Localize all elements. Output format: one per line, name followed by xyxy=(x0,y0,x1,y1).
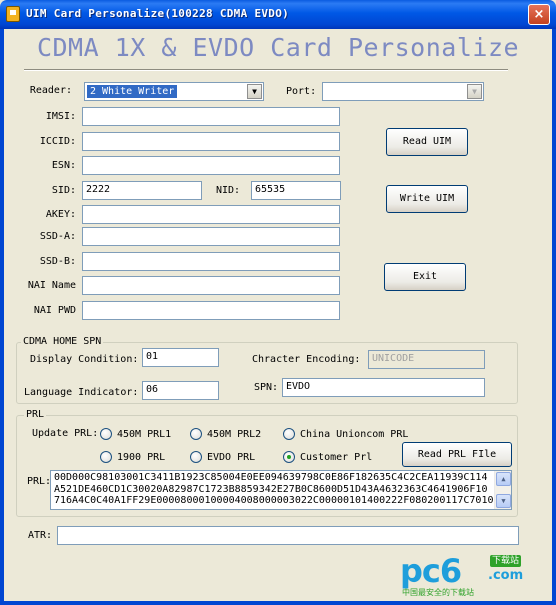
radio-1900-prl-label[interactable]: 1900 PRL xyxy=(117,452,165,463)
update-prl-label: Update PRL: xyxy=(32,428,99,439)
spn-label: SPN: xyxy=(254,382,279,393)
nid-input[interactable]: 65535 xyxy=(251,181,341,200)
imsi-label: IMSI: xyxy=(45,111,76,122)
sid-input[interactable]: 2222 xyxy=(82,181,202,200)
character-encoding-input: UNICODE xyxy=(368,350,485,369)
nid-label: NID: xyxy=(216,185,241,196)
chevron-down-icon[interactable]: ▼ xyxy=(467,84,482,99)
read-prl-file-button[interactable]: Read PRL FIle xyxy=(402,442,512,467)
heading-divider xyxy=(24,69,508,71)
write-uim-button[interactable]: Write UIM xyxy=(386,185,468,213)
radio-450m-prl1[interactable] xyxy=(100,428,112,440)
watermark-brand: pc6 xyxy=(400,552,462,590)
watermark-domain: .com xyxy=(488,568,524,583)
sid-label: SID: xyxy=(51,185,76,196)
watermark-badge: 下载站 xyxy=(490,555,522,567)
iccid-input[interactable] xyxy=(82,132,340,151)
nai-pwd-input[interactable] xyxy=(82,301,340,320)
nai-name-label: NAI Name xyxy=(27,280,76,291)
cdma-home-spn-title: CDMA HOME SPN xyxy=(21,336,104,347)
prl-line: A521DE460CD1C30020A82987C1723B8859342E27… xyxy=(54,483,488,495)
app-heading: CDMA 1X & EVDO Card Personalize xyxy=(36,33,520,62)
atr-input[interactable] xyxy=(57,526,519,545)
akey-input[interactable] xyxy=(82,205,340,224)
radio-1900-prl[interactable] xyxy=(100,451,112,463)
nai-pwd-label: NAI PWD xyxy=(33,305,76,316)
chevron-down-icon[interactable]: ▼ xyxy=(247,84,262,99)
reader-selected-value: 2 White Writer xyxy=(87,85,178,98)
radio-450m-prl2[interactable] xyxy=(190,428,202,440)
app-icon xyxy=(6,6,20,22)
port-select[interactable]: ▼ xyxy=(322,82,484,101)
esn-input[interactable] xyxy=(82,156,340,175)
window-frame-bottom xyxy=(0,601,556,605)
prl-scrollbar[interactable]: ▲ ▼ xyxy=(494,471,511,509)
radio-450m-prl2-label[interactable]: 450M PRL2 xyxy=(207,429,261,440)
window-frame-left xyxy=(0,29,4,605)
prl-group-title: PRL xyxy=(24,409,47,420)
iccid-label: ICCID: xyxy=(39,136,76,147)
radio-evdo-prl-label[interactable]: EVDO PRL xyxy=(207,452,255,463)
radio-china-unioncom-prl-label[interactable]: China Unioncom PRL xyxy=(300,429,408,440)
port-label: Port: xyxy=(286,86,317,97)
prl-line: 716A4C0C40A1FF29E00008000100004008000003… xyxy=(54,495,500,506)
ssd-b-label: SSD-B: xyxy=(39,256,76,267)
imsi-input[interactable] xyxy=(82,107,340,126)
radio-450m-prl1-label[interactable]: 450M PRL1 xyxy=(117,429,171,440)
scroll-up-icon[interactable]: ▲ xyxy=(496,472,511,486)
ssd-b-input[interactable] xyxy=(82,252,340,271)
watermark-tagline: 中国最安全的下载站 xyxy=(402,588,474,597)
nai-name-input[interactable] xyxy=(82,276,340,295)
esn-label: ESN: xyxy=(51,160,76,171)
window-title: UIM Card Personalize(100228 CDMA EVDO) xyxy=(26,7,290,20)
character-encoding-label: Chracter Encoding: xyxy=(252,354,361,365)
language-indicator-input[interactable]: 06 xyxy=(142,381,219,400)
akey-label: AKEY: xyxy=(45,209,76,220)
prl-line: 00D000C98103001C3411B1923C85004E0EE09463… xyxy=(54,472,488,483)
pc6-watermark: pc6 下载站 .com 中国最安全的下载站 xyxy=(400,553,530,597)
read-uim-button[interactable]: Read UIM xyxy=(386,128,468,156)
radio-evdo-prl[interactable] xyxy=(190,451,202,463)
close-button[interactable]: × xyxy=(528,4,550,25)
display-condition-label: Display Condition: xyxy=(30,354,139,365)
language-indicator-label: Language Indicator: xyxy=(24,387,139,398)
prl-label: PRL: xyxy=(27,476,52,487)
radio-china-unioncom-prl[interactable] xyxy=(283,428,295,440)
spn-input[interactable]: EVDO xyxy=(282,378,485,397)
radio-customer-prl-label[interactable]: Customer Prl xyxy=(300,452,372,463)
display-condition-input[interactable]: 01 xyxy=(142,348,219,367)
scroll-down-icon[interactable]: ▼ xyxy=(496,494,511,508)
window-frame-right xyxy=(552,29,556,605)
prl-data-textarea[interactable]: 00D000C98103001C3411B1923C85004E0EE09463… xyxy=(50,470,512,510)
exit-button[interactable]: Exit xyxy=(384,263,466,291)
reader-select[interactable]: 2 White Writer ▼ xyxy=(84,82,264,101)
atr-label: ATR: xyxy=(28,530,53,541)
ssd-a-input[interactable] xyxy=(82,227,340,246)
reader-label: Reader: xyxy=(29,85,72,96)
radio-customer-prl[interactable] xyxy=(283,451,295,463)
ssd-a-label: SSD-A: xyxy=(39,231,76,242)
